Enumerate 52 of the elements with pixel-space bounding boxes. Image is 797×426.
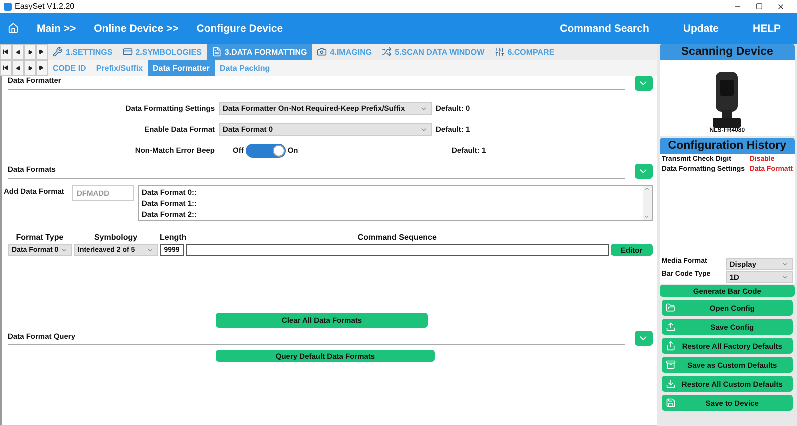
download-icon [666,379,676,389]
previous-button[interactable] [12,60,24,76]
camera-icon [317,47,328,57]
column-header: Length [160,233,184,242]
archive-icon [666,360,676,370]
column-header: Symbology [93,233,139,242]
skip-forward-icon [39,49,45,55]
panel-header: Scanning Device [660,44,795,60]
caret-icon [147,246,154,254]
home-icon[interactable] [8,23,19,34]
last-button[interactable] [36,44,48,60]
breadcrumb-link[interactable]: Main >> [37,22,76,34]
maximize-icon[interactable] [756,2,763,10]
close-icon[interactable] [777,2,785,10]
breadcrumb-link[interactable]: Configure Device [196,22,284,34]
folder-icon [666,303,676,313]
column-header: Format Type [15,233,65,242]
left-triangle-icon [16,66,20,70]
breadcrumb-link[interactable]: Online Device >> [94,22,179,34]
input-field[interactable] [186,244,609,256]
document-icon [212,47,222,57]
chevron-down-icon [644,214,650,220]
first-button[interactable] [0,44,12,60]
share-icon [666,341,676,351]
sliders-icon [494,47,505,57]
tools-icon [53,47,63,57]
next-button[interactable] [24,44,36,60]
next-button[interactable] [24,60,36,76]
upload-icon [666,322,676,332]
right-triangle-icon [28,66,32,70]
last-button[interactable] [36,60,48,76]
previous-button[interactable] [12,44,24,60]
skip-back-icon [3,49,9,55]
shuffle-icon [382,47,392,57]
skip-back-icon [3,65,9,71]
window-title: EasySet V1.2.20 [15,2,75,11]
panel-header: Configuration History [660,138,795,154]
scrollbar[interactable] [642,186,652,220]
nav-link[interactable]: Command Search [560,22,650,34]
first-button[interactable] [0,60,12,76]
card-icon [122,47,133,57]
skip-forward-icon [39,65,45,71]
nav-link[interactable]: Update [683,22,719,34]
caret-icon [61,246,68,254]
toggle-switch[interactable] [246,144,286,158]
left-triangle-icon [16,50,20,54]
app-icon [4,2,12,10]
right-triangle-icon [28,50,32,54]
column-header: Command Sequence [356,233,438,242]
chevron-up-icon [644,186,650,192]
nav-link[interactable]: HELP [752,22,781,34]
scanner-drawing [712,72,742,128]
